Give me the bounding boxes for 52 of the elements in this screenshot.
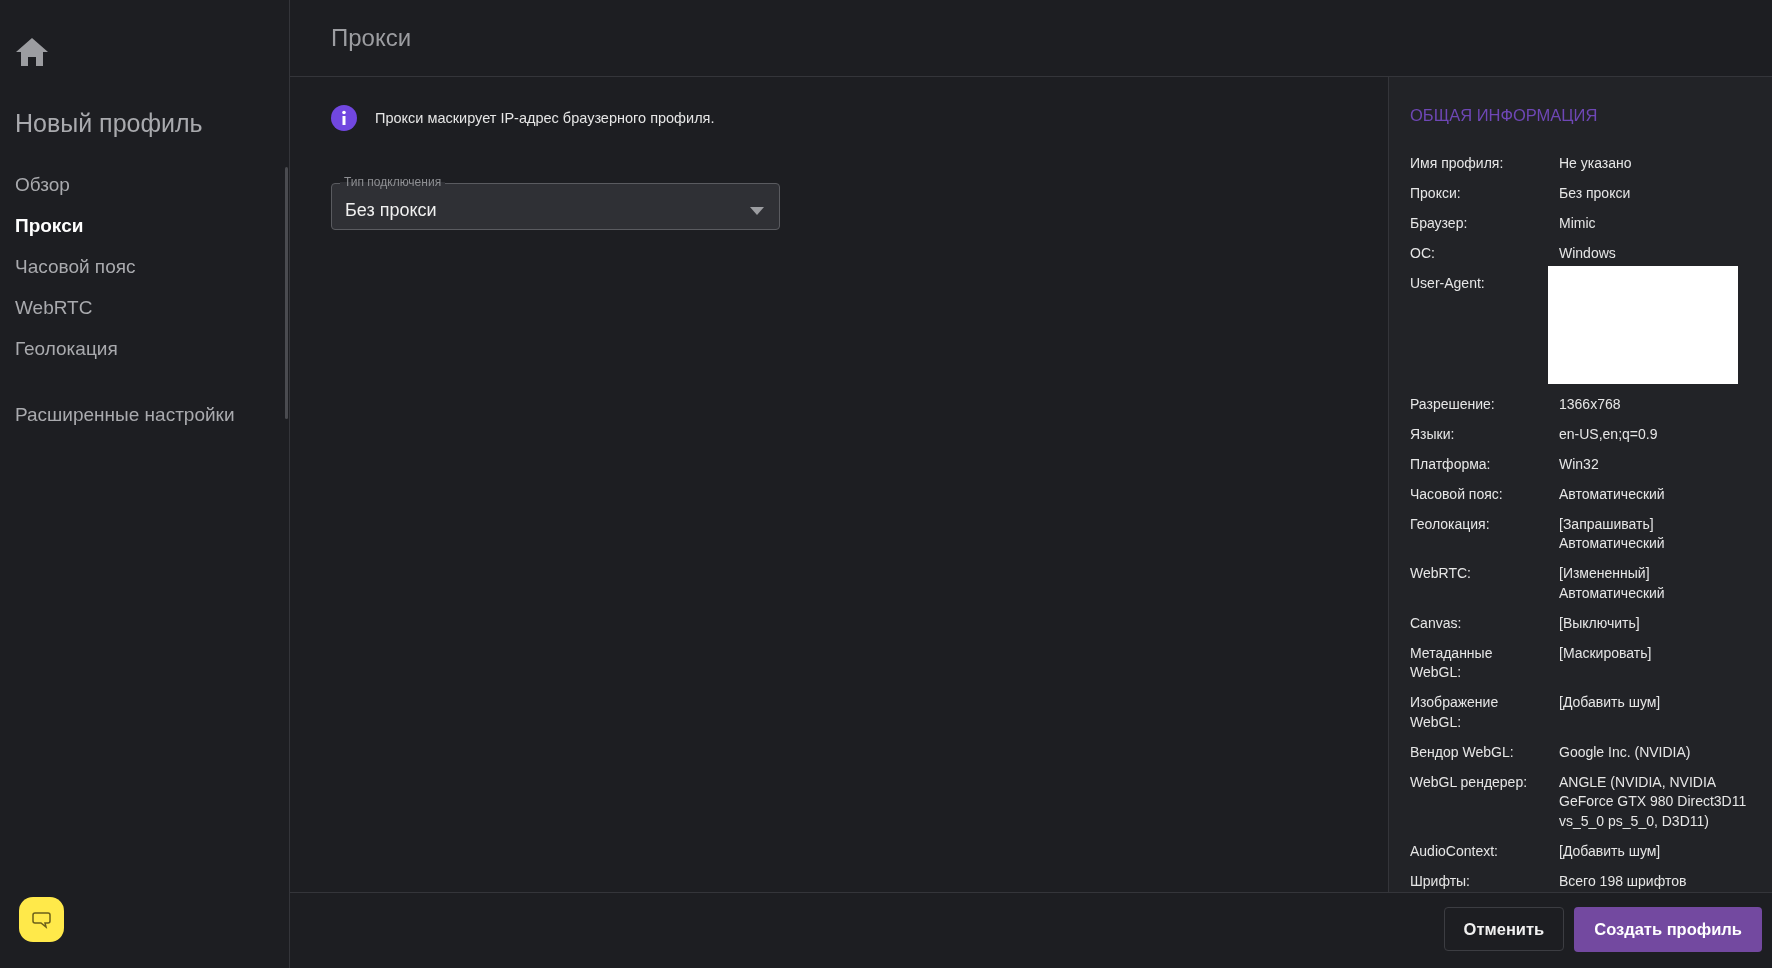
- caret-icon: [750, 206, 764, 215]
- info-value: Не указано: [1559, 154, 1632, 173]
- cancel-button[interactable]: Отменить: [1443, 907, 1565, 951]
- info-label: ОС:: [1410, 244, 1436, 263]
- info-value: [Выключить]: [1559, 613, 1640, 633]
- info-value: [Измененный] Автоматический: [1559, 564, 1665, 603]
- info-value: [Добавить шум]: [1559, 841, 1661, 861]
- nav-item[interactable]: Геолокация: [15, 336, 118, 362]
- info-label: Вендор WebGL:: [1410, 742, 1515, 762]
- info-label: Шрифты:: [1410, 871, 1471, 891]
- nav-item[interactable]: Обзор: [15, 172, 70, 198]
- info-value: Без прокси: [1559, 184, 1631, 203]
- info-label: Изображение WebGL:: [1410, 693, 1500, 732]
- info-value: en-US,en;q=0.9: [1559, 424, 1658, 444]
- info-value: ANGLE (NVIDIA, NVIDIA GeForce GTX 980 Direct3D11 vs_5_0 ps_5_0, D3D11): [1559, 772, 1747, 831]
- info-value: Windows: [1559, 244, 1616, 263]
- info-value: 1366x768: [1559, 394, 1621, 414]
- info-label: Разрешение:: [1410, 394, 1496, 414]
- info-label: Имя профиля:: [1410, 154, 1505, 173]
- speech-bubble-icon: [31, 910, 52, 929]
- info-value: [Добавить шум]: [1559, 693, 1661, 712]
- chat-button[interactable]: [19, 897, 64, 942]
- info-value: Всего 198 шрифтов: [1559, 871, 1687, 891]
- home-icon[interactable]: [15, 37, 49, 67]
- info-label: Платформа:: [1410, 454, 1492, 474]
- info-label: WebRTC:: [1410, 564, 1472, 583]
- create-profile-button[interactable]: Создать профиль: [1574, 906, 1762, 952]
- info-value: Win32: [1559, 454, 1599, 474]
- profile-title: Новый профиль: [15, 109, 203, 138]
- nav-item[interactable]: Часовой пояс: [15, 254, 136, 280]
- nav-item[interactable]: WebRTC: [15, 295, 93, 321]
- info-label: Часовой пояс:: [1410, 484, 1504, 504]
- nav-item[interactable]: Прокси: [15, 213, 84, 239]
- info-value: Google Inc. (NVIDIA): [1559, 742, 1691, 762]
- info-label: Языки:: [1410, 424, 1456, 444]
- info-value: Mimic: [1559, 214, 1596, 233]
- page-title: Прокси: [331, 24, 412, 52]
- info-label: Прокси:: [1410, 184, 1462, 203]
- info-label: Браузер:: [1410, 214, 1469, 233]
- info-label: Геолокация:: [1410, 514, 1491, 534]
- info-label: WebGL рендерер:: [1410, 772, 1529, 792]
- info-label: Метаданные WebGL:: [1410, 643, 1494, 682]
- info-value: [Запрашивать] Автоматический: [1559, 514, 1665, 553]
- info-icon: [331, 105, 357, 131]
- info-label: Canvas:: [1410, 613, 1463, 633]
- info-value: [Маскировать]: [1559, 643, 1652, 663]
- info-label: AudioContext:: [1410, 841, 1499, 861]
- info-text: Прокси маскирует IP-адрес браузерного профиля.: [375, 110, 715, 126]
- summary-title: ОБЩАЯ ИНФОРМАЦИЯ: [1410, 106, 1599, 125]
- advanced-settings-link[interactable]: Расширенные настройки: [15, 402, 235, 428]
- info-label: User-Agent:: [1410, 274, 1486, 293]
- info-value: Автоматический: [1559, 484, 1665, 504]
